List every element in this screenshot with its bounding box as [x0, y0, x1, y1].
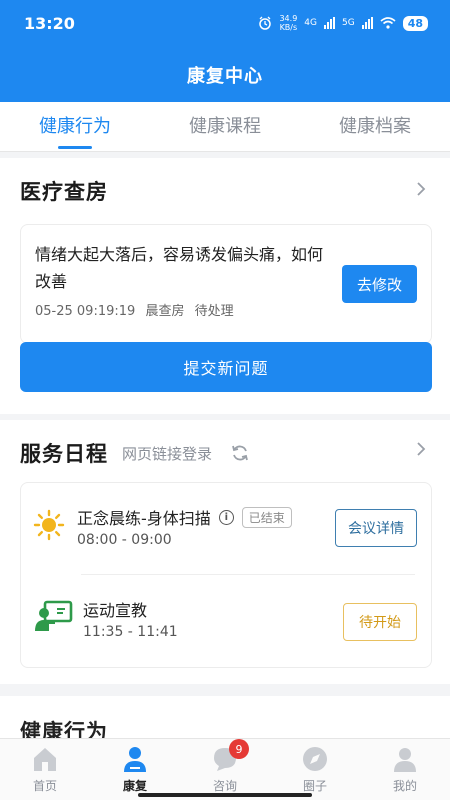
nav-consult[interactable]: 9 咨询 [180, 739, 270, 800]
network-speed: 34.9 KB/s [279, 14, 297, 32]
nav-label: 咨询 [212, 779, 237, 793]
status-bar: 13:20 34.9 KB/s 4G 5G 48 [0, 0, 450, 46]
nav-label: 圈子 [302, 779, 327, 793]
schedule-item-time: 08:00 - 09:00 [77, 532, 172, 548]
edit-button[interactable]: 去修改 [342, 265, 417, 303]
schedule-item-time: 11:35 - 11:41 [83, 624, 178, 640]
medical-rounds-header: 医疗查房 [20, 176, 108, 206]
service-schedule-header: 服务日程 网页链接登录 [20, 438, 250, 468]
nav-circle[interactable]: 圈子 [270, 739, 360, 800]
status-icons: 34.9 KB/s 4G 5G 48 [258, 14, 428, 32]
network-5g: 5G [341, 18, 355, 28]
compass-icon [303, 747, 327, 771]
nav-label: 我的 [392, 779, 417, 793]
schedule-item-title: 运动宣教 [83, 597, 147, 621]
nav-home[interactable]: 首页 [0, 739, 90, 800]
wifi-icon [380, 17, 396, 29]
speed-value: 34.9 [279, 14, 298, 23]
schedule-card: 正念晨练-身体扫描 i 已结束 08:00 - 09:00 会议详情 运动宣教 … [20, 482, 432, 668]
chevron-right-icon[interactable] [414, 442, 428, 456]
speed-unit: KB/s [279, 23, 298, 32]
schedule-item[interactable]: 运动宣教 11:35 - 11:41 待开始 [21, 575, 431, 665]
bottom-nav: 首页 康复 9 咨询 圈子 我的 [0, 738, 450, 800]
schedule-item-title-text: 运动宣教 [83, 601, 148, 620]
question-text: 情绪大起大落后，容易诱发偏头痛，如何改善 [35, 245, 324, 291]
network-4g: 4G [304, 18, 317, 28]
pending-start-button[interactable]: 待开始 [343, 603, 417, 641]
nav-label: 首页 [32, 779, 57, 793]
meeting-details-button[interactable]: 会议详情 [335, 509, 417, 547]
alarm-icon [259, 16, 272, 30]
question-card[interactable]: 情绪大起大落后，容易诱发偏头痛，如何改善 05-25 09:19:19 晨查房 … [20, 224, 432, 344]
notification-badge: 9 [229, 739, 249, 759]
health-behavior-section: 健康行为 [0, 696, 450, 740]
refresh-icon[interactable] [230, 443, 250, 463]
home-indicator[interactable] [138, 793, 312, 797]
sun-icon [33, 509, 65, 541]
web-link-login[interactable]: 网页链接登录 [122, 443, 212, 464]
screen-presenter-icon [35, 600, 73, 631]
tab-bar: 健康行为 健康课程 健康档案 [0, 102, 450, 152]
info-icon[interactable]: i [218, 509, 234, 525]
question-status: 待处理 [194, 304, 234, 319]
schedule-item[interactable]: 正念晨练-身体扫描 i 已结束 08:00 - 09:00 会议详情 [21, 483, 431, 573]
page-title: 康复中心 [187, 66, 263, 87]
profile-icon [394, 748, 416, 772]
tab-health-behavior[interactable]: 健康行为 [0, 102, 150, 151]
nav-rehab[interactable]: 康复 [90, 739, 180, 800]
tab-health-records[interactable]: 健康档案 [300, 102, 450, 151]
service-schedule-section: 服务日程 网页链接登录 正念晨练-身体扫描 i 已结束 08:00 - 09:0… [0, 420, 450, 684]
submit-new-question-button[interactable]: 提交新问题 [20, 342, 432, 392]
person-icon [124, 747, 146, 772]
question-type: 晨查房 [145, 304, 185, 319]
question-meta: 05-25 09:19:19 晨查房 待处理 [35, 300, 240, 319]
schedule-item-title: 正念晨练-身体扫描 i 已结束 [77, 505, 292, 529]
section-title: 服务日程 [20, 442, 108, 466]
section-title: 医疗查房 [20, 180, 108, 204]
status-time: 13:20 [24, 13, 75, 33]
nav-mine[interactable]: 我的 [360, 739, 450, 800]
nav-label: 康复 [122, 779, 147, 793]
app-header: 13:20 34.9 KB/s 4G 5G 48 康复中心 [0, 0, 450, 102]
schedule-item-title-text: 正念晨练-身体扫描 [77, 509, 211, 528]
question-datetime: 05-25 09:19:19 [35, 304, 136, 319]
home-icon [34, 748, 56, 771]
medical-rounds-section: 医疗查房 情绪大起大落后，容易诱发偏头痛，如何改善 05-25 09:19:19… [0, 158, 450, 414]
section-title: 健康行为 [20, 720, 108, 740]
status-tag-ended: 已结束 [241, 506, 292, 528]
tab-health-courses[interactable]: 健康课程 [150, 102, 300, 151]
battery-level: 48 [402, 15, 428, 31]
signal-icon [323, 17, 335, 29]
signal-icon-2 [361, 17, 373, 29]
chevron-right-icon[interactable] [414, 182, 428, 196]
